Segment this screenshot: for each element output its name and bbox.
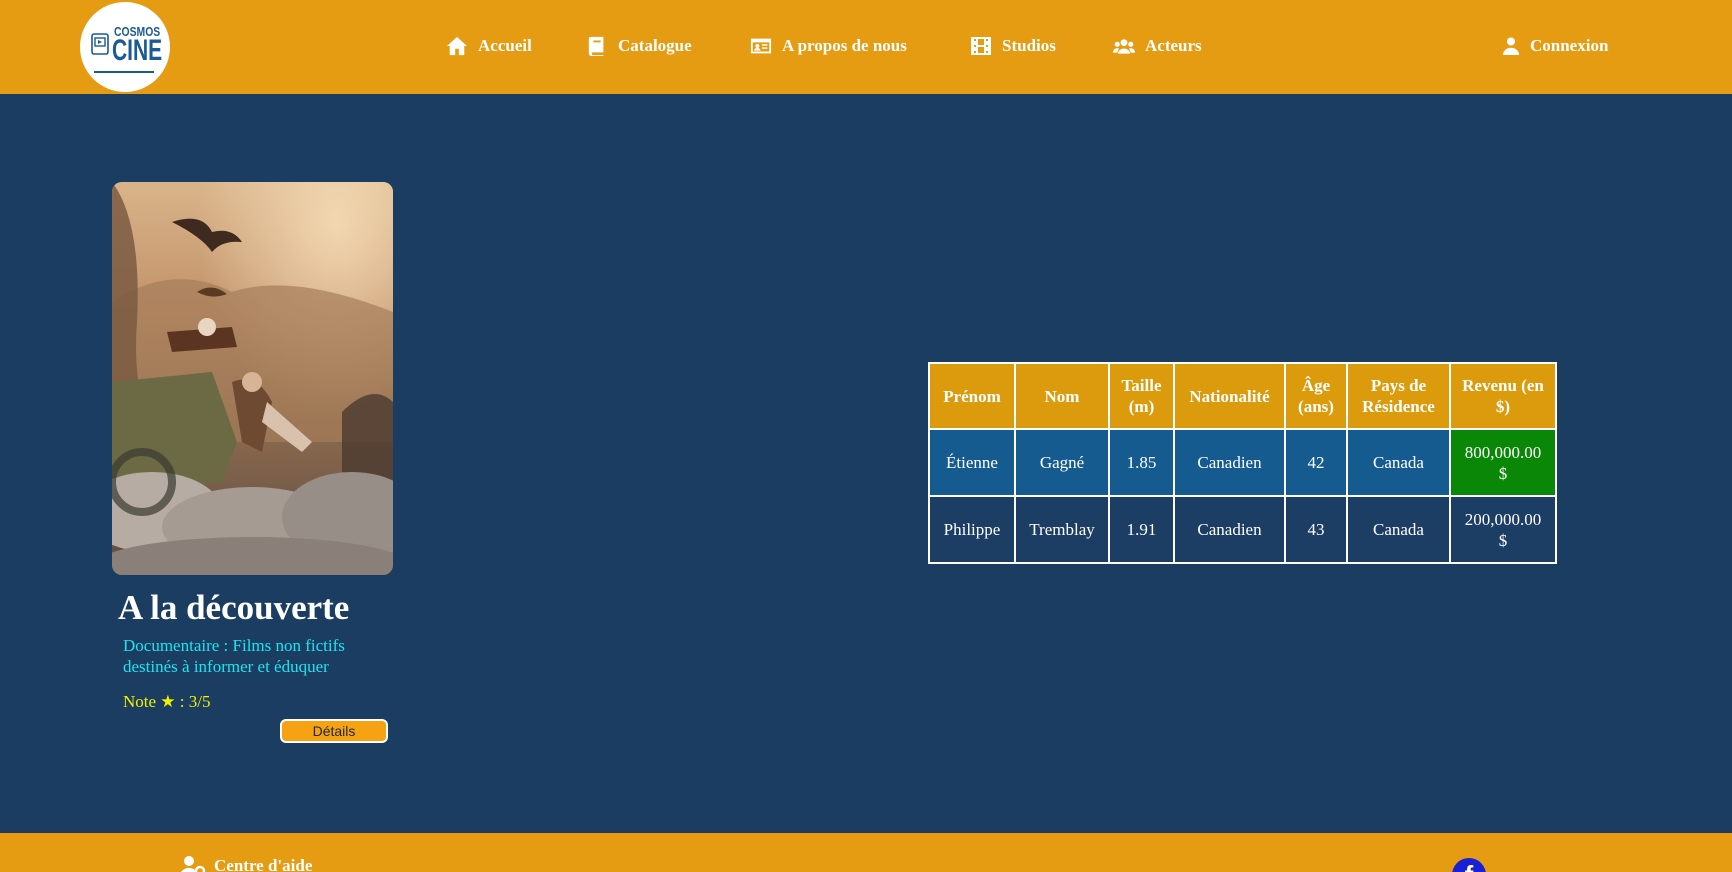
cell-taille: 1.91 [1108, 495, 1175, 564]
cell-nom: Tremblay [1014, 495, 1110, 564]
facebook-icon[interactable]: f [1452, 858, 1486, 872]
nav-studios[interactable]: Studios [970, 34, 1056, 58]
movie-poster[interactable] [112, 182, 393, 575]
id-card-icon [750, 38, 772, 54]
table-row: Philippe Tremblay 1.91 Canadien 43 Canad… [928, 495, 1557, 564]
movie-rating: Note ★ : 3/5 [123, 692, 211, 711]
header-pays: Pays de Résidence [1346, 362, 1451, 430]
users-icon [1113, 39, 1135, 54]
header-nom: Nom [1014, 362, 1110, 430]
cell-revenu: 200,000.00 $ [1449, 495, 1557, 564]
header-age: Âge (ans) [1284, 362, 1348, 430]
book-icon [588, 36, 604, 56]
header-revenu: Revenu (en $) [1449, 362, 1557, 430]
table-row: Étienne Gagné 1.85 Canadien 42 Canada 80… [928, 428, 1557, 497]
logo-bottom-text: CINE [112, 34, 163, 67]
cell-prenom: Étienne [928, 428, 1016, 497]
cell-nom: Gagné [1014, 428, 1110, 497]
movie-title: A la découverte [118, 588, 350, 627]
cell-nationalite: Canadien [1173, 428, 1286, 497]
nav-a-propos[interactable]: A propos de nous [750, 34, 907, 58]
cell-age: 43 [1284, 495, 1348, 564]
details-button[interactable]: Détails [280, 719, 388, 743]
film-reel-logo-icon [91, 33, 109, 55]
top-navbar: COSMOS CINE Accueil Catalogue A propos d… [0, 0, 1732, 94]
nav-catalogue-label: Catalogue [618, 36, 692, 55]
user-icon [1502, 37, 1520, 55]
nav-catalogue[interactable]: Catalogue [586, 34, 692, 58]
user-gear-icon [181, 856, 206, 872]
nav-accueil-label: Accueil [478, 36, 532, 55]
header-nationalite: Nationalité [1173, 362, 1286, 430]
film-icon [971, 37, 991, 55]
cell-pays: Canada [1346, 428, 1451, 497]
login-label: Connexion [1530, 36, 1609, 55]
cell-pays: Canada [1346, 495, 1451, 564]
help-center-link[interactable]: Centre d'aide [180, 855, 312, 872]
header-taille: Taille (m) [1108, 362, 1175, 430]
cell-age: 42 [1284, 428, 1348, 497]
cell-prenom: Philippe [928, 495, 1016, 564]
cell-revenu: 800,000.00 $ [1449, 428, 1557, 497]
login-link[interactable]: Connexion [1502, 34, 1608, 58]
cosmos-cine-logo[interactable]: COSMOS CINE [80, 2, 170, 92]
help-center-label: Centre d'aide [214, 856, 313, 872]
movie-genre: Documentaire : Films non fictifs destiné… [123, 636, 345, 676]
nav-acteurs[interactable]: Acteurs [1113, 34, 1202, 58]
footer: Centre d'aide f [0, 833, 1732, 872]
cell-taille: 1.85 [1108, 428, 1175, 497]
cell-nationalite: Canadien [1173, 495, 1286, 564]
actors-table: Prénom Nom Taille (m) Nationalité Âge (a… [928, 362, 1557, 564]
home-icon [447, 36, 467, 56]
logo-underline [94, 71, 154, 73]
nav-a-propos-label: A propos de nous [782, 36, 907, 55]
nav-acteurs-label: Acteurs [1145, 36, 1202, 55]
header-prenom: Prénom [928, 362, 1016, 430]
nav-studios-label: Studios [1002, 36, 1056, 55]
table-header-row: Prénom Nom Taille (m) Nationalité Âge (a… [928, 362, 1557, 430]
poster-artwork [112, 182, 393, 575]
nav-accueil[interactable]: Accueil [446, 34, 532, 58]
